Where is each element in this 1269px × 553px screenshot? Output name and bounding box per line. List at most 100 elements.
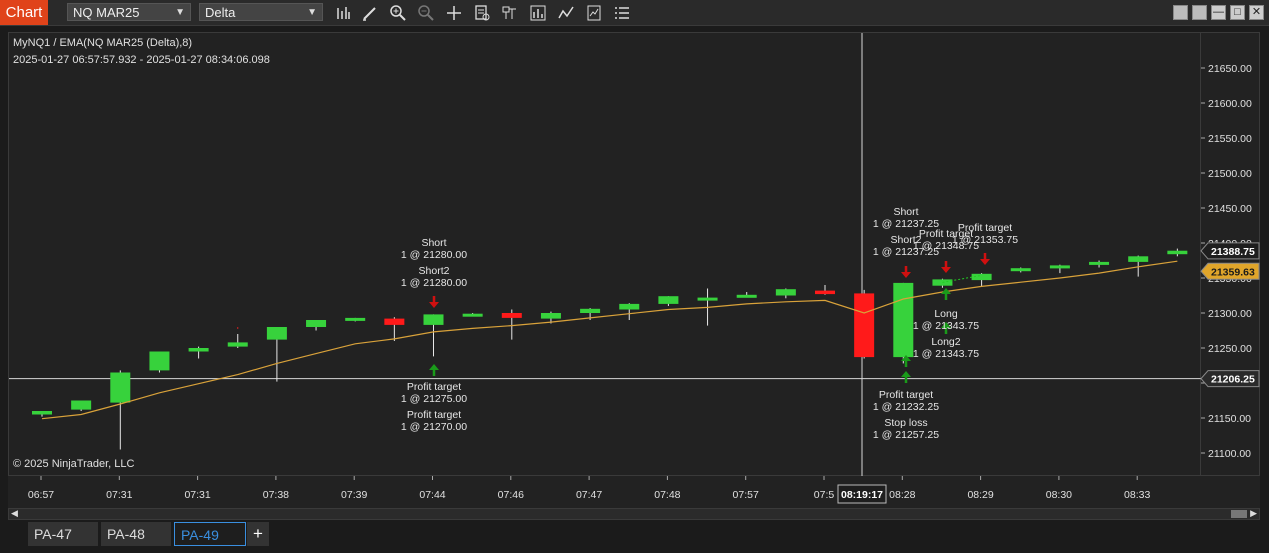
properties-icon[interactable]	[501, 4, 519, 22]
execution-label: Profit target	[958, 222, 1012, 234]
restore-icon[interactable]	[1192, 5, 1207, 20]
last-price-badge-text: 21388.75	[1211, 246, 1255, 258]
candle-body	[1010, 268, 1031, 272]
time-tick-label: 07:31	[106, 489, 132, 501]
up-arrow-icon	[941, 288, 951, 300]
time-tick-label: 07:38	[263, 489, 289, 501]
tab-pa-48[interactable]: PA-48	[101, 522, 171, 546]
scroll-thumb[interactable]	[1231, 510, 1247, 518]
price-chart[interactable]: Short1 @ 21280.00Short21 @ 21280.00Profi…	[9, 33, 1202, 477]
candle-body	[306, 320, 327, 327]
time-tick-label: 07:39	[341, 489, 367, 501]
zoom-out-icon[interactable]	[417, 4, 435, 22]
execution-detail: 1 @ 21280.00	[401, 249, 467, 261]
chevron-down-icon: ▼	[175, 7, 185, 18]
time-tick-label: 08:29	[967, 489, 993, 501]
candle-body	[266, 327, 287, 340]
chart-menu-button[interactable]: Chart	[0, 0, 48, 25]
price-tick-label: 21300.00	[1208, 308, 1252, 320]
time-tick-label: 07:57	[733, 489, 759, 501]
price-tick-label: 21650.00	[1208, 63, 1252, 75]
candle-body	[736, 294, 757, 298]
scroll-left-icon[interactable]: ◀	[11, 508, 18, 519]
candle-body	[854, 293, 875, 358]
execution-detail: 1 @ 21275.00	[401, 393, 467, 405]
tab-pa-47[interactable]: PA-47	[28, 522, 98, 546]
candle-body	[501, 313, 522, 318]
execution-detail: 1 @ 21353.75	[952, 234, 1018, 246]
candle-body	[932, 279, 953, 286]
draw-icon[interactable]	[361, 4, 379, 22]
bar-type-selector[interactable]: Delta ▼	[199, 3, 323, 21]
execution-label: Profit target	[407, 409, 461, 421]
indicator-icon[interactable]	[557, 4, 575, 22]
execution-detail: 1 @ 21343.75	[913, 348, 979, 360]
candle-body	[188, 348, 209, 352]
time-tick-label: 08:33	[1124, 489, 1150, 501]
scroll-right-icon[interactable]: ▶	[1250, 508, 1257, 519]
candle-body	[423, 314, 444, 325]
candle-body	[580, 308, 601, 313]
toolbar: Chart NQ MAR25 ▼ Delta ▼ — □ ✕	[0, 0, 1269, 26]
down-arrow-icon	[980, 253, 990, 265]
minimize-icon[interactable]: —	[1211, 5, 1226, 20]
template-icon[interactable]	[585, 4, 603, 22]
crosshair-time-badge: 08:19:17	[837, 484, 887, 504]
candle-body	[32, 411, 52, 415]
price-tick-label: 21450.00	[1208, 203, 1252, 215]
candle-body	[71, 400, 92, 410]
execution-label: Long2	[931, 336, 960, 348]
list-icon[interactable]	[613, 4, 631, 22]
candle-body	[1167, 250, 1188, 255]
crosshair-price-badge: 21206.25	[1200, 370, 1260, 388]
time-tick-label: 06:57	[28, 489, 54, 501]
candle-body	[1128, 256, 1149, 262]
bars-icon[interactable]	[334, 4, 352, 22]
up-arrow-icon	[901, 371, 911, 383]
strategy-icon[interactable]	[529, 4, 547, 22]
restore-icon[interactable]	[1173, 5, 1188, 20]
execution-label: Short2	[419, 265, 450, 277]
data-box-icon[interactable]	[473, 4, 491, 22]
instrument-selector[interactable]: NQ MAR25 ▼	[67, 3, 191, 21]
price-tick-label: 21150.00	[1208, 413, 1251, 425]
execution-detail: 1 @ 21232.25	[873, 401, 939, 413]
execution-detail: 1 @ 21257.25	[873, 429, 939, 441]
candle-body	[1049, 265, 1070, 269]
tab-bar: PA-47 PA-48 PA-49 +	[0, 520, 1269, 553]
chevron-down-icon: ▼	[307, 7, 317, 18]
execution-detail: 1 @ 21270.00	[401, 421, 467, 433]
crosshair-time-text: 08:19:17	[841, 489, 883, 501]
price-tick-label: 21550.00	[1208, 133, 1252, 145]
time-tick-label: 07:47	[576, 489, 602, 501]
candle-body	[893, 282, 914, 358]
down-arrow-icon	[429, 296, 439, 308]
time-tick-label: 07:5	[814, 489, 835, 501]
price-tick-label: 21600.00	[1208, 98, 1252, 110]
time-axis[interactable]: 06:57 07:31 07:31 07:38 07:39 07:44 07:46 07:47…	[8, 476, 1260, 508]
candle-body	[149, 351, 170, 371]
price-axis[interactable]: 21650.00 21600.00 21550.00 21500.00 21450.00…	[1200, 32, 1260, 476]
time-tick-label: 07:31	[184, 489, 210, 501]
execution-label: Profit target	[407, 381, 461, 393]
add-tab-button[interactable]: +	[247, 522, 269, 546]
candle-body	[345, 317, 366, 321]
bar-type-value: Delta	[205, 5, 236, 20]
ema-line	[41, 260, 1178, 420]
down-arrow-icon	[901, 266, 911, 278]
close-icon[interactable]: ✕	[1249, 5, 1264, 20]
ema-value-badge: 21359.63	[1200, 262, 1260, 280]
execution-label: Short	[421, 237, 446, 249]
execution-label: Stop loss	[884, 417, 927, 429]
instrument-value: NQ MAR25	[73, 5, 140, 20]
chart-scrollbar[interactable]: ◀ ▶	[8, 508, 1260, 520]
chart-panel[interactable]: Short 1 @ 21280.00 Short2 1 @ 21280.00 Profi…	[8, 32, 1202, 477]
maximize-icon[interactable]: □	[1230, 5, 1245, 20]
crosshair-icon[interactable]	[445, 4, 463, 22]
candle-body	[1089, 261, 1110, 265]
tab-pa-49[interactable]: PA-49	[174, 522, 246, 546]
candle-body	[384, 318, 405, 325]
execution-label: Profit target	[879, 389, 933, 401]
last-price-badge: 21388.75	[1200, 242, 1260, 260]
zoom-in-icon[interactable]	[389, 4, 407, 22]
